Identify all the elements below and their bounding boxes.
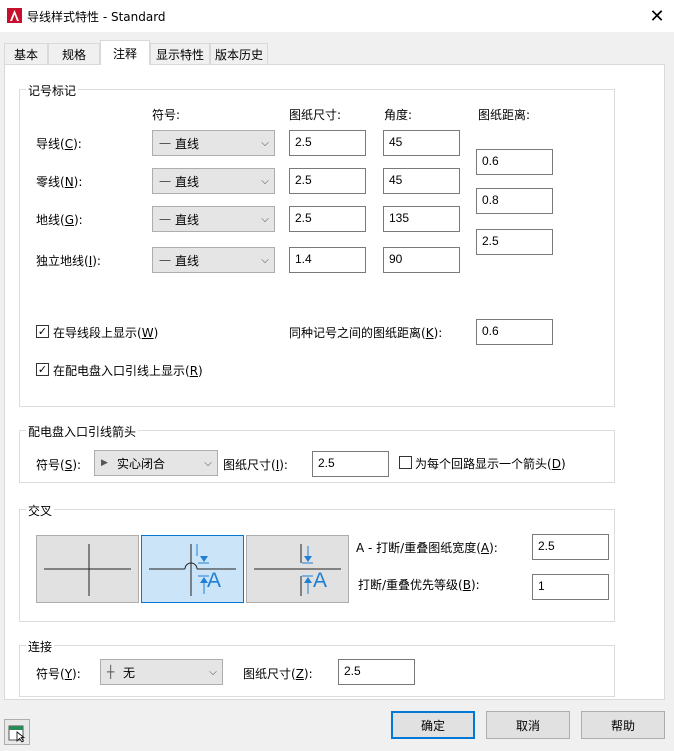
wire-symbol-value: 直线 [175, 136, 200, 151]
crossing-style-break[interactable] [246, 535, 349, 603]
distance-input-2[interactable]: 0.8 [476, 188, 553, 214]
select-cursor-icon [8, 725, 26, 743]
tab-basic[interactable]: 基本 [4, 43, 48, 64]
tab-display-props[interactable]: 显示特性 [150, 43, 210, 64]
group-connection-title: 连接 [26, 638, 55, 655]
show-on-home-run-checkbox[interactable]: ✓ [36, 363, 49, 376]
header-angle: 角度: [384, 108, 413, 122]
gap-width-input[interactable]: 2.5 [532, 534, 609, 560]
connection-symbol-value: 无 [123, 665, 136, 680]
crossing-break-letter: A [313, 569, 328, 592]
crossing-style-plain[interactable] [36, 535, 139, 603]
connection-size-label: 图纸尺寸(Z): [243, 667, 313, 681]
per-circuit-arrow-checkbox[interactable] [399, 456, 412, 469]
distance-input-1[interactable]: 0.6 [476, 149, 553, 175]
crossing-hop-letter: A [207, 569, 222, 592]
neutral-symbol-value: 直线 [175, 174, 200, 189]
chevron-down-icon: ⌵ [261, 254, 269, 266]
same-mark-distance-label: 同种记号之间的图纸距离(K): [289, 326, 443, 340]
neutral-size-input[interactable]: 2.5 [289, 168, 366, 194]
row-label-neutral: 零线(N): [36, 175, 83, 189]
line-symbol-icon: 一 [159, 174, 172, 189]
wire-angle-input[interactable]: 45 [383, 130, 460, 156]
break-gap-icon [254, 544, 341, 596]
connection-symbol-dropdown[interactable]: ┼ 无 ⌵ [100, 659, 223, 685]
arrow-size-label: 图纸尺寸(I): [223, 458, 288, 472]
isolated-ground-angle-input[interactable]: 90 [383, 247, 460, 273]
row-label-wire: 导线(C): [36, 137, 82, 151]
line-symbol-icon: 一 [159, 253, 172, 268]
neutral-symbol-dropdown[interactable]: 一 直线 ⌵ [152, 168, 275, 194]
help-button[interactable]: 帮助 [581, 711, 665, 739]
window-title: 导线样式特性 - Standard [27, 10, 166, 24]
arrow-symbol-dropdown[interactable]: ▶ 实心闭合 ⌵ [94, 450, 218, 476]
checkmark-icon: ✓ [37, 325, 48, 338]
distance-input-3[interactable]: 2.5 [476, 229, 553, 255]
show-on-wire-label: 在导线段上显示(W) [53, 326, 159, 340]
priority-label: 打断/重叠优先等级(B): [358, 578, 480, 592]
hop-gap-icon [149, 544, 236, 596]
plain-cross-icon [44, 544, 131, 596]
close-button[interactable]: ✕ [640, 4, 674, 28]
tab-annotation[interactable]: 注释 [100, 40, 150, 65]
same-mark-distance-input[interactable]: 0.6 [476, 319, 553, 345]
chevron-down-icon: ⌵ [261, 137, 269, 149]
row-label-isolated-ground: 独立地线(I): [36, 254, 101, 268]
priority-input[interactable]: 1 [532, 574, 609, 600]
row-label-ground: 地线(G): [36, 213, 83, 227]
ground-angle-input[interactable]: 135 [383, 206, 460, 232]
wire-symbol-dropdown[interactable]: 一 直线 ⌵ [152, 130, 275, 156]
checkmark-icon: ✓ [37, 363, 48, 376]
isolated-ground-size-input[interactable]: 1.4 [289, 247, 366, 273]
header-paper-size: 图纸尺寸: [289, 108, 342, 122]
group-crossing-title: 交叉 [26, 502, 55, 519]
ground-size-input[interactable]: 2.5 [289, 206, 366, 232]
tee-cross-icon: ┼ [107, 665, 115, 679]
chevron-down-icon: ⌵ [204, 457, 212, 469]
line-symbol-icon: 一 [159, 136, 172, 151]
isolated-ground-symbol-value: 直线 [175, 253, 200, 268]
chevron-down-icon: ⌵ [261, 213, 269, 225]
show-on-home-run-label: 在配电盘入口引线上显示(R) [53, 364, 203, 378]
ok-button[interactable]: 确定 [391, 711, 475, 739]
arrow-symbol-label: 符号(S): [36, 458, 82, 472]
cancel-button[interactable]: 取消 [486, 711, 570, 739]
line-symbol-icon: 一 [159, 212, 172, 227]
chevron-down-icon: ⌵ [261, 175, 269, 187]
header-symbol: 符号: [152, 108, 181, 122]
show-on-wire-checkbox[interactable]: ✓ [36, 325, 49, 338]
connection-symbol-label: 符号(Y): [36, 667, 81, 681]
chevron-down-icon: ⌵ [209, 666, 217, 678]
tab-specs[interactable]: 规格 [48, 43, 100, 64]
group-symbol-marks-title: 记号标记 [26, 82, 79, 99]
crossing-style-hop[interactable] [141, 535, 244, 603]
gap-width-label: A - 打断/重叠图纸宽度(A): [356, 541, 498, 555]
arrow-size-input[interactable]: 2.5 [312, 451, 389, 477]
neutral-angle-input[interactable]: 45 [383, 168, 460, 194]
tab-version-history[interactable]: 版本历史 [210, 43, 268, 64]
isolated-ground-symbol-dropdown[interactable]: 一 直线 ⌵ [152, 247, 275, 273]
per-circuit-arrow-label: 为每个回路显示一个箭头(D) [415, 457, 566, 471]
wire-size-input[interactable]: 2.5 [289, 130, 366, 156]
autocad-a-icon [7, 8, 22, 23]
ground-symbol-value: 直线 [175, 212, 200, 227]
closed-filled-arrow-icon: ▶ [101, 458, 108, 468]
header-paper-distance: 图纸距离: [478, 108, 531, 122]
group-home-run-arrow-title: 配电盘入口引线箭头 [26, 423, 139, 440]
connection-size-input[interactable]: 2.5 [338, 659, 415, 685]
arrow-symbol-value: 实心闭合 [117, 456, 166, 471]
ground-symbol-dropdown[interactable]: 一 直线 ⌵ [152, 206, 275, 232]
pick-style-button[interactable] [4, 719, 30, 745]
